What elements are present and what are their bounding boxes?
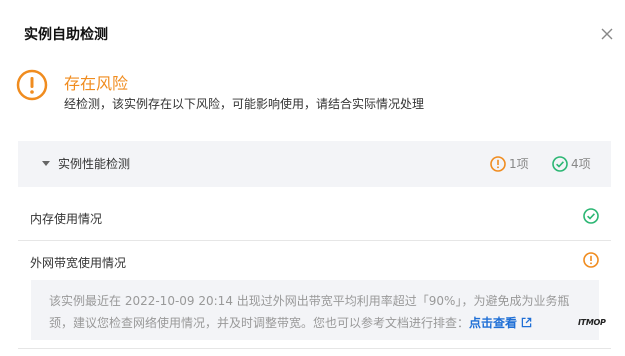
view-doc-link-label: 点击查看 (469, 316, 518, 330)
ok-count: 4项 (552, 155, 591, 172)
check-item-memory[interactable]: 内存使用情况 (18, 196, 611, 241)
warning-count-label: 1项 (509, 157, 529, 171)
status-description: 经检测，该实例存在以下风险，可能影响使用，请结合实际情况处理 (64, 97, 425, 111)
check-item-label: 外网带宽使用情况 (30, 256, 127, 270)
divider (18, 348, 611, 349)
check-item-bandwidth[interactable]: 外网带宽使用情况 (18, 240, 611, 280)
close-icon[interactable] (599, 26, 615, 42)
warning-count: 1项 (490, 155, 529, 172)
check-item-label: 内存使用情况 (30, 212, 103, 226)
warning-circle-icon (583, 252, 599, 268)
bandwidth-detail-panel: 该实例最近在 2022-10-09 20:14 出现过外网出带宽平均利用率超过「… (31, 280, 599, 340)
view-doc-link[interactable]: 点击查看 (469, 316, 532, 330)
performance-check-group-header[interactable]: 实例性能检测 1项 4项 (18, 141, 611, 187)
status-title: 存在风险 (64, 74, 129, 93)
group-label: 实例性能检测 (58, 157, 131, 171)
warning-circle-icon (490, 155, 506, 172)
warning-circle-icon (16, 69, 48, 101)
dialog-title: 实例自助检测 (24, 27, 108, 43)
check-circle-icon (583, 208, 599, 224)
caret-down-icon (42, 161, 50, 166)
ok-count-label: 4项 (571, 157, 591, 171)
watermark-logo: ITMOP (578, 318, 606, 327)
check-circle-icon (552, 155, 568, 172)
external-link-icon (521, 317, 532, 328)
